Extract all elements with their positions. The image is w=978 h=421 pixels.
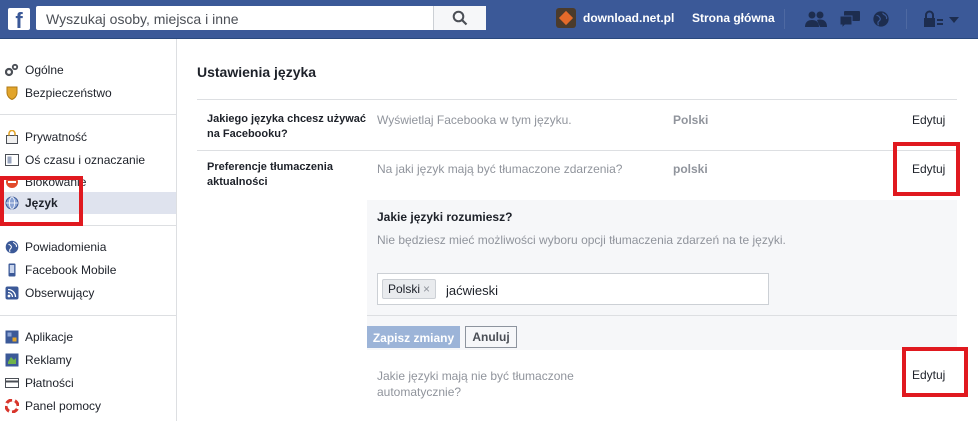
ads-icon [5,353,19,367]
search-input[interactable] [44,9,448,29]
lock-icon [6,130,18,144]
sidebar-item-label: Aplikacje [25,330,74,344]
top-bar: f download.net.pl Strona główna [0,0,978,39]
sidebar-item-label: Panel pomocy [25,399,102,413]
card-icon [5,378,19,388]
search-icon [452,10,468,26]
sidebar-item-label: Facebook Mobile [25,263,117,277]
setting-desc-no-auto-translate: Jakie języki mają nie być tłumaczone aut… [377,369,574,399]
sidebar-item-timeline[interactable]: Oś czasu i oznaczanie [0,149,176,171]
gears-icon [5,63,19,77]
section-divider [197,99,957,100]
panel-description: Nie będziesz mieć możliwości wyboru opcj… [377,233,786,247]
sidebar-item-label: Powiadomienia [25,240,107,254]
setting-desc-translation-preferences: Na jaki język mają być tłumaczone zdarze… [377,162,623,176]
highlight-box-edit-translation [893,142,960,196]
highlight-box-language [0,176,83,226]
sidebar-item-label: Bezpieczeństwo [25,86,112,100]
setting-label-translation-preferences: Preferencje tłumaczenia aktualności [207,161,333,188]
rss-icon [5,286,19,300]
messages-icon[interactable] [838,10,862,28]
sidebar-item-privacy[interactable]: Prywatność [0,126,176,148]
search-button[interactable] [433,6,486,30]
apps-icon [5,330,19,344]
page-avatar-icon [556,8,576,28]
sidebar-item-label: Ogólne [25,63,64,77]
sidebar-divider [0,114,176,115]
notifications-globe-icon[interactable] [871,10,891,28]
sidebar-divider [0,315,176,316]
page-title: Ustawienia języka [197,64,317,80]
languages-understood-editor: Jakie języki rozumiesz? Nie będziesz mie… [367,200,957,350]
home-link[interactable]: Strona główna [692,11,775,25]
sidebar-item-notifications[interactable]: Powiadomienia [0,236,176,258]
profile-link[interactable]: download.net.pl [556,8,674,28]
sidebar-item-ads[interactable]: Reklamy [0,349,176,371]
edit-display-language-link[interactable]: Edytuj [912,113,945,127]
setting-value-translation-preferences: polski [673,162,708,176]
topbar-divider [784,9,785,29]
sidebar-item-label: Płatności [25,376,74,390]
setting-desc-display-language: Wyświetlaj Facebooka w tym języku. [377,113,572,127]
language-token-input[interactable]: Polski × [377,273,769,305]
facebook-logo[interactable]: f [8,8,30,30]
profile-name: download.net.pl [583,11,675,25]
timeline-icon [5,154,19,166]
sidebar-item-followers[interactable]: Obserwujący [0,282,176,304]
setting-label-display-language: Jakiego języka chcesz używać na Facebook… [207,113,366,140]
sidebar-item-mobile[interactable]: Facebook Mobile [0,259,176,281]
search-box [36,6,486,30]
friends-icon[interactable] [804,10,828,28]
panel-divider [367,315,957,316]
language-token-label: Polski [388,282,421,296]
shield-icon [6,86,18,100]
sidebar-item-label: Reklamy [25,353,72,367]
sidebar-item-label: Obserwujący [25,286,95,300]
highlight-box-edit-no-translate [902,347,968,397]
settings-sidebar: Ogólne Bezpieczeństwo Prywatność Oś czas… [0,39,177,421]
privacy-lock-icon[interactable] [922,10,944,28]
sidebar-item-label: Prywatność [25,130,88,144]
globe-notify-icon [5,240,19,254]
settings-arrow-icon[interactable] [948,10,960,28]
sidebar-item-support[interactable]: Panel pomocy [0,395,176,417]
lifebuoy-icon [5,399,19,413]
cancel-button[interactable]: Anuluj [465,326,517,348]
topbar-divider [906,9,907,29]
sidebar-item-security[interactable]: Bezpieczeństwo [0,82,176,104]
language-token: Polski × [382,279,437,299]
row-divider [197,150,957,151]
remove-token-icon[interactable]: × [423,282,430,296]
sidebar-item-general[interactable]: Ogólne [0,59,176,81]
sidebar-item-label: Oś czasu i oznaczanie [25,153,146,167]
language-typeahead-input[interactable] [444,280,748,300]
panel-question: Jakie języki rozumiesz? [377,210,513,224]
sidebar-item-apps[interactable]: Aplikacje [0,326,176,348]
mobile-icon [8,263,16,277]
sidebar-item-payments[interactable]: Płatności [0,372,176,394]
language-settings-panel: Ustawienia języka Jakiego języka chcesz … [177,39,978,421]
save-changes-button[interactable]: Zapisz zmiany [367,326,460,348]
setting-value-display-language: Polski [673,113,709,127]
